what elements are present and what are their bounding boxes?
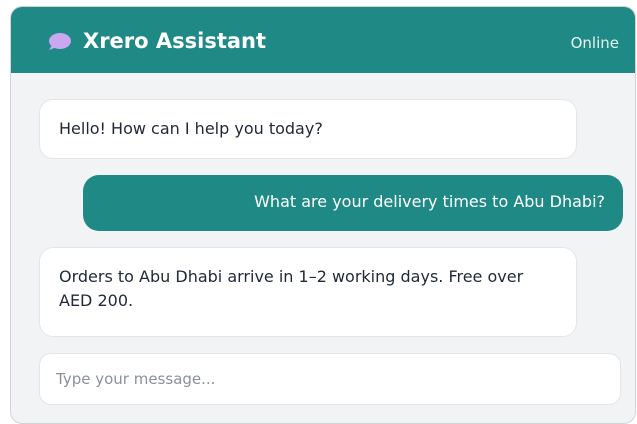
chat-header: Xrero Assistant Online [11,7,635,73]
chat-widget: Xrero Assistant Online Hello! How can I … [10,6,636,424]
message-input-bar [39,353,621,405]
status-label: Online [570,34,619,52]
chat-bubble-icon [47,32,73,51]
bot-message: Hello! How can I help you today? [39,99,577,159]
message-list: Hello! How can I help you today? What ar… [11,73,635,353]
bot-message: Orders to Abu Dhabi arrive in 1–2 workin… [39,247,577,337]
chat-title: Xrero Assistant [83,29,267,53]
user-message: What are your delivery times to Abu Dhab… [83,175,623,231]
message-input[interactable] [40,354,620,404]
